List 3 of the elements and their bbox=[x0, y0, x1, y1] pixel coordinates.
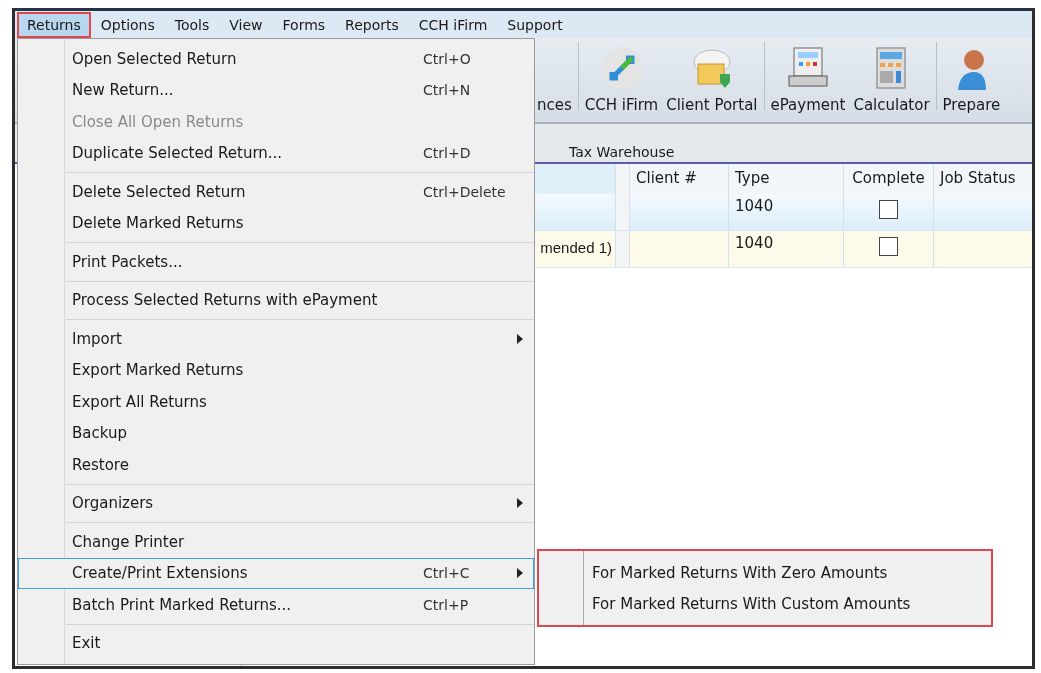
table-cell: 1040 bbox=[735, 197, 774, 215]
table-cell: mended 1) bbox=[540, 239, 612, 256]
table-cell: 1040 bbox=[735, 234, 774, 252]
